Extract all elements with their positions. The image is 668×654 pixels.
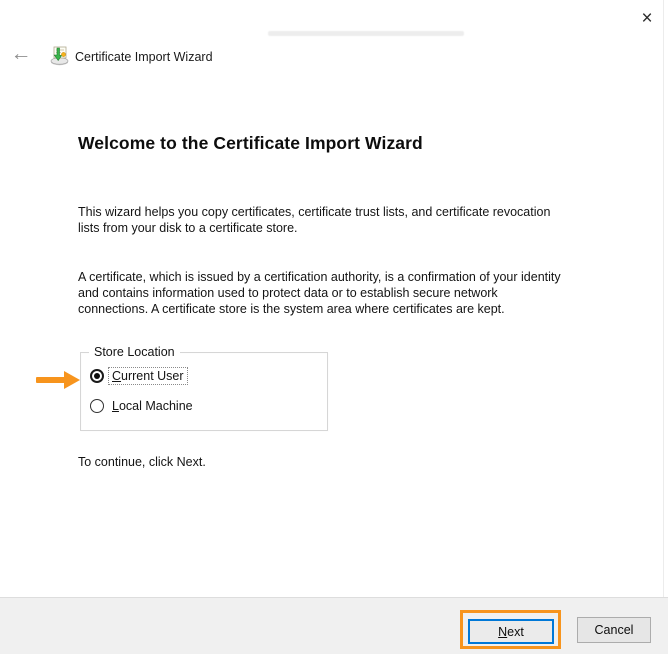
radio-current-user-label: Current User	[108, 367, 188, 385]
store-location-legend: Store Location	[89, 345, 180, 359]
radio-selected-icon[interactable]	[90, 369, 104, 383]
close-icon[interactable]: ×	[634, 6, 660, 32]
radio-current-user[interactable]: Current User	[90, 367, 188, 385]
store-location-groupbox: Store Location Current User Local Machin…	[80, 345, 328, 431]
description-paragraph: A certificate, which is issued by a cert…	[78, 270, 561, 316]
back-arrow-icon[interactable]: ←	[8, 42, 34, 68]
continue-instruction: To continue, click Next.	[78, 455, 206, 469]
certificate-import-wizard-icon	[50, 46, 69, 66]
window-title: Certificate Import Wizard	[75, 50, 213, 64]
footer-bar: Next Cancel	[0, 597, 668, 654]
annotation-arrow-icon	[64, 371, 80, 389]
intro-paragraph: This wizard helps you copy certificates,…	[78, 205, 551, 235]
annotation-arrow-shaft	[36, 377, 66, 383]
window-right-border	[663, 0, 664, 654]
radio-unselected-icon[interactable]	[90, 399, 104, 413]
faded-artifact	[268, 31, 464, 36]
annotation-next-highlight	[460, 610, 561, 649]
cancel-button[interactable]: Cancel	[577, 617, 651, 643]
radio-local-machine[interactable]: Local Machine	[90, 398, 196, 414]
page-title: Welcome to the Certificate Import Wizard	[78, 133, 423, 153]
radio-local-machine-label: Local Machine	[112, 399, 193, 413]
